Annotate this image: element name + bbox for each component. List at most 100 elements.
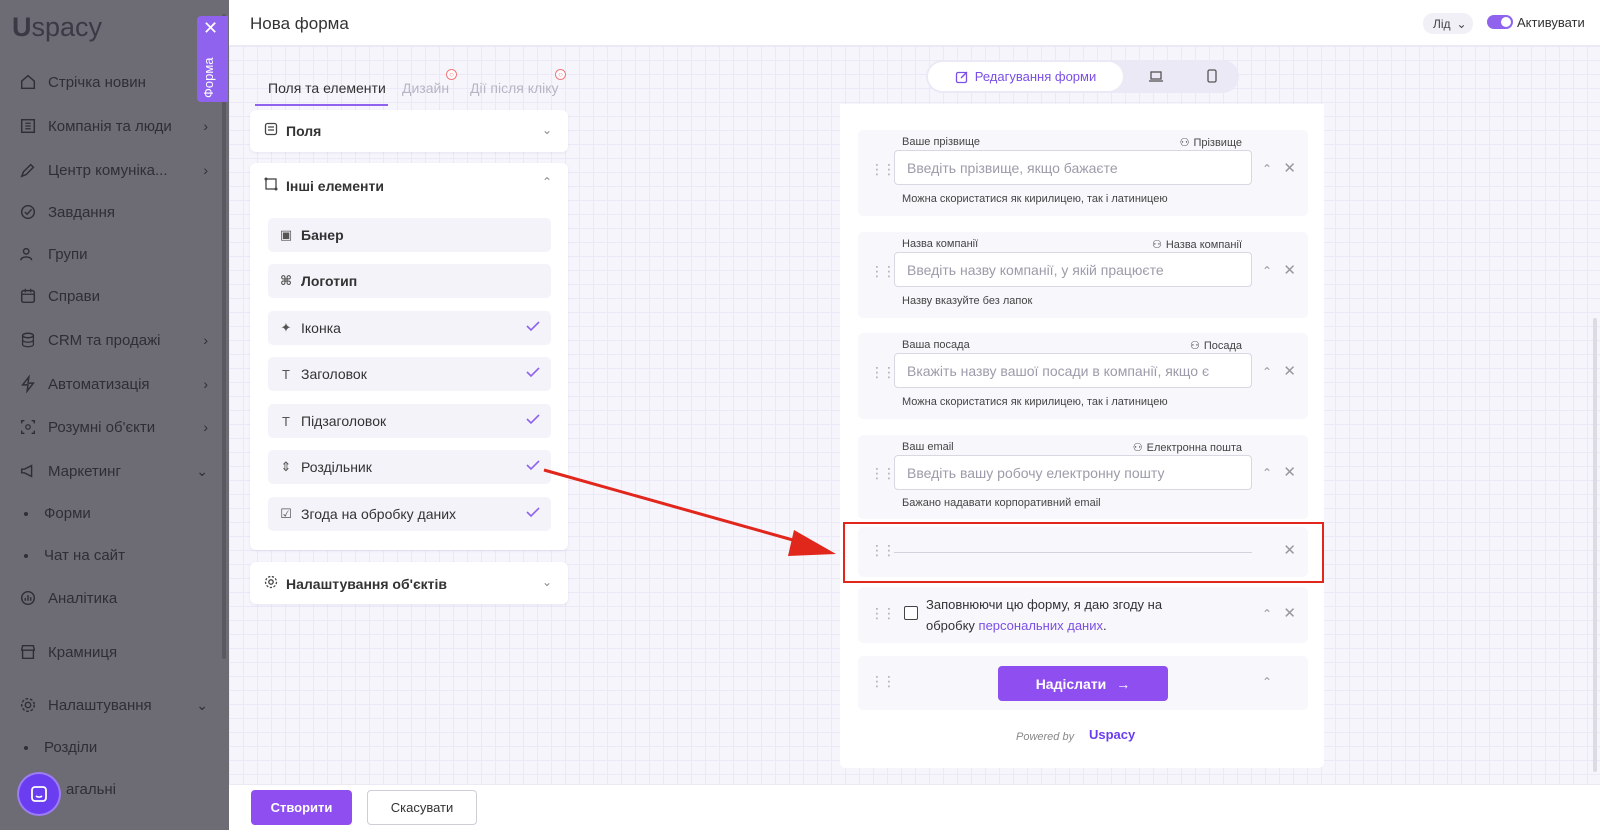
edit-icon [18, 160, 38, 180]
checkmark-icon [525, 457, 541, 476]
drag-handle-icon[interactable]: ⋮⋮ [870, 465, 896, 482]
lastname-input[interactable]: Введіть прізвище, якщо бажаєте [894, 150, 1252, 185]
email-input[interactable]: Введіть вашу робочу електронну пошту [894, 455, 1252, 490]
sidebar-subitem-chat[interactable]: Чат на сайт [24, 547, 125, 564]
chevron-up-icon[interactable]: ⌃ [1262, 365, 1272, 379]
element-logo[interactable]: ⌘ Логотип [268, 264, 551, 298]
sidebar-item-communications[interactable]: Центр комуніка... › [18, 158, 208, 182]
close-icon[interactable]: ✕ [1283, 362, 1296, 380]
lock-badge-icon: ○ [555, 69, 566, 80]
close-icon[interactable]: ✕ [1283, 261, 1296, 279]
drag-handle-icon[interactable]: ⋮⋮ [870, 605, 896, 622]
arrow-right-icon: → [1116, 675, 1131, 692]
sidebar-item-smart-objects[interactable]: Розумні об'єкти › [18, 415, 208, 439]
chevron-right-icon: › [203, 376, 208, 392]
form-field-email[interactable]: ⋮⋮ Ваш email ⚇ Електронна пошта Введіть в… [858, 435, 1308, 519]
sidebar-item-groups[interactable]: Групи [18, 242, 208, 266]
form-field-position[interactable]: ⋮⋮ Ваша посада ⚇ Посада Вкажіть назву ваш… [858, 333, 1308, 419]
chevron-right-icon: › [203, 332, 208, 348]
sidebar-subitem-sections[interactable]: Розділи [24, 739, 97, 756]
chevron-down-icon: ⌄ [196, 696, 208, 713]
chevron-up-icon[interactable]: ⌃ [1262, 264, 1272, 278]
canvas-scrollbar[interactable] [1593, 318, 1597, 772]
sidebar-item-company[interactable]: Компанія та люди › [18, 114, 208, 138]
personal-data-link[interactable]: персональних даних [979, 618, 1103, 633]
create-button[interactable]: Створити [251, 790, 352, 825]
mode-edit-form[interactable]: Редагування форми [928, 62, 1123, 91]
element-subheading[interactable]: T Підзаголовок [268, 404, 551, 438]
uspacy-logo[interactable]: Uspacy [12, 12, 102, 43]
element-heading[interactable]: T Заголовок [268, 357, 551, 391]
close-icon[interactable]: ✕ [1283, 463, 1296, 481]
calendar-icon [18, 286, 38, 306]
sidebar-item-news[interactable]: Стрічка новин [18, 70, 208, 94]
form-field-company[interactable]: ⋮⋮ Назва компанії ⚇ Назва компанії Введіт… [858, 232, 1308, 318]
close-icon[interactable]: ✕ [203, 18, 218, 39]
submit-button[interactable]: Надіслати → [998, 666, 1168, 701]
form-field-lastname[interactable]: ⋮⋮ Ваше прізвище ⚇ Прізвище Введіть прізв… [858, 130, 1308, 216]
powered-by-label: Powered by [1016, 731, 1075, 743]
chevron-up-icon[interactable]: ⌃ [1262, 607, 1272, 621]
fields-icon [264, 122, 278, 139]
tab-fields-elements[interactable]: Поля та елементи [268, 80, 386, 96]
sidebar-item-affairs[interactable]: Справи [18, 284, 208, 308]
sidebar-item-marketing[interactable]: Маркетинг ⌄ [18, 459, 208, 483]
sidebar-subitem-general[interactable]: агальні [66, 781, 116, 798]
lock-badge-icon: ○ [446, 69, 457, 80]
drag-handle-icon[interactable]: ⋮⋮ [870, 673, 896, 690]
form-panel-tab[interactable]: ✕ Форма [197, 16, 228, 102]
element-icon[interactable]: ✦ Іконка [268, 311, 551, 345]
close-icon[interactable]: ✕ [1283, 159, 1296, 177]
powered-brand-logo: Uspacy [1089, 727, 1136, 742]
laptop-icon[interactable] [1148, 68, 1164, 84]
chevron-up-icon[interactable]: ⌃ [542, 175, 552, 189]
check-circle-icon [18, 202, 38, 222]
entity-select[interactable]: Лід ⌄ [1423, 13, 1473, 34]
position-input[interactable]: Вкажіть назву вашої посади в компанії, я… [894, 353, 1252, 388]
gear-icon [264, 575, 278, 592]
sidebar-item-analytics[interactable]: Аналітика [18, 586, 208, 610]
checkbox-icon: ☑ [280, 506, 292, 521]
chevron-down-icon[interactable]: ⌄ [542, 123, 552, 137]
sidebar-item-store[interactable]: Крамниця [18, 640, 208, 664]
checkmark-icon [525, 411, 541, 430]
tab-after-click[interactable]: Дії після кліку [470, 80, 559, 96]
building-icon [18, 116, 38, 136]
sidebar-item-automation[interactable]: Автоматизація › [18, 372, 208, 396]
magic-wand-icon: ✦ [280, 320, 292, 335]
chevron-right-icon: › [203, 419, 208, 435]
user-icon: ⚇ [1151, 239, 1162, 251]
activate-toggle[interactable] [1487, 15, 1513, 29]
fields-panel[interactable]: Поля ⌄ [250, 110, 568, 152]
bolt-icon [18, 374, 38, 394]
sidebar-subitem-forms[interactable]: Форми [24, 505, 91, 522]
object-settings-panel[interactable]: Налаштування об'єктів ⌄ [250, 562, 568, 604]
close-icon[interactable]: ✕ [1283, 604, 1296, 622]
sidebar-item-settings[interactable]: Налаштування ⌄ [18, 693, 208, 717]
element-consent[interactable]: ☑ Згода на обробку даних [268, 497, 551, 531]
drag-handle-icon[interactable]: ⋮⋮ [870, 364, 896, 381]
sidebar-scrollbar[interactable] [222, 14, 226, 659]
chevron-up-icon[interactable]: ⌃ [1262, 675, 1272, 689]
sidebar: Uspacy Стрічка новин Компанія та люди › Ц… [0, 0, 229, 830]
checkmark-icon [525, 504, 541, 523]
chevron-up-icon[interactable]: ⌃ [1262, 162, 1272, 176]
cube-icon [18, 417, 38, 437]
sidebar-item-tasks[interactable]: Завдання [18, 200, 208, 224]
chevron-right-icon: › [203, 162, 208, 178]
drag-handle-icon[interactable]: ⋮⋮ [870, 161, 896, 178]
company-input[interactable]: Введіть назву компанії, у якій працюєте [894, 252, 1252, 287]
mobile-icon[interactable] [1204, 68, 1220, 84]
chat-widget-button[interactable] [17, 772, 61, 816]
element-divider[interactable]: ⇕ Роздільник [268, 450, 551, 484]
cancel-button[interactable]: Скасувати [367, 790, 477, 825]
sidebar-item-crm[interactable]: CRM та продажі › [18, 328, 208, 352]
view-mode-switch: Редагування форми [926, 60, 1239, 93]
chevron-up-icon[interactable]: ⌃ [1262, 466, 1272, 480]
divider-icon: ⇕ [280, 459, 292, 474]
chevron-down-icon[interactable]: ⌄ [542, 575, 552, 589]
element-banner[interactable]: ▣ Банер [268, 218, 551, 252]
drag-handle-icon[interactable]: ⋮⋮ [870, 263, 896, 280]
consent-checkbox[interactable] [904, 606, 918, 620]
tab-design[interactable]: Дизайн [402, 80, 449, 96]
